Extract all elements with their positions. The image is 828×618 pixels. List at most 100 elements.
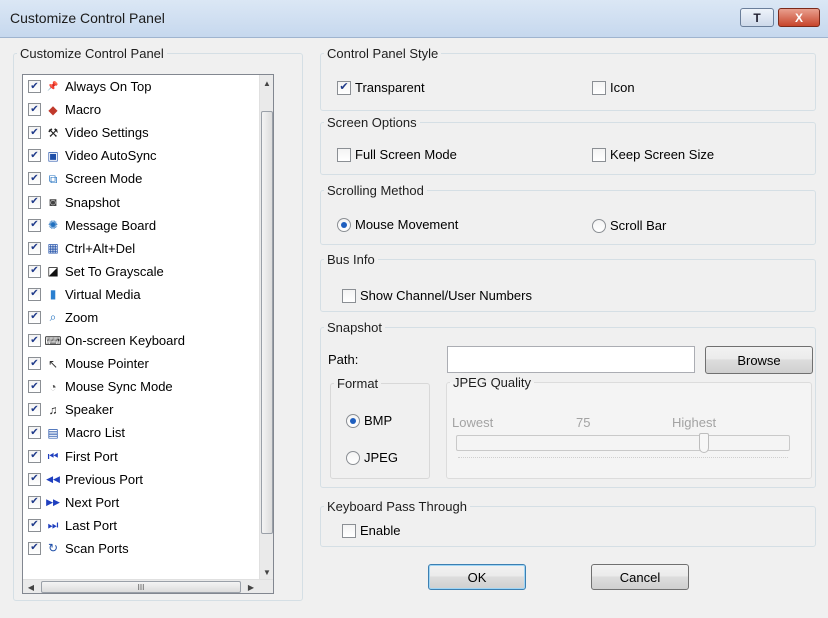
- full-screen-mode-check-box[interactable]: [337, 147, 351, 162]
- screen-options-group: Screen Options: [320, 115, 816, 175]
- window-title: Customize Control Panel: [10, 10, 165, 26]
- full-screen-mode-checkbox[interactable]: Full Screen Mode: [337, 147, 457, 162]
- list-item[interactable]: ✔ ⏭ Last Port: [23, 514, 261, 537]
- scroll-down-icon[interactable]: ▼: [260, 564, 274, 580]
- list-item-checkbox[interactable]: ✔: [28, 103, 41, 117]
- cancel-button[interactable]: Cancel: [591, 564, 689, 590]
- vertical-scroll-thumb[interactable]: [261, 111, 273, 534]
- scroll-up-icon[interactable]: ▲: [260, 75, 274, 91]
- list-item[interactable]: ✔ ◪ Set To Grayscale: [23, 260, 261, 283]
- list-item-checkbox[interactable]: ✔: [28, 310, 41, 324]
- mouse-movement-radio[interactable]: Mouse Movement: [337, 217, 458, 232]
- list-item-checkbox[interactable]: ✔: [28, 218, 41, 232]
- list-item-label: Zoom: [65, 309, 99, 325]
- list-item[interactable]: ✔ ✺ Message Board: [23, 214, 261, 237]
- list-item[interactable]: ✔ ▣ Video AutoSync: [23, 144, 261, 167]
- show-channel-user-numbers-check-box[interactable]: [342, 288, 356, 303]
- list-item-checkbox[interactable]: ✔: [28, 126, 41, 140]
- hammer-icon: ⚒: [47, 125, 59, 140]
- list-item-checkbox[interactable]: ✔: [28, 357, 41, 371]
- transparent-check-box[interactable]: ✔: [337, 80, 351, 95]
- first-port-icon: ⏮: [47, 449, 59, 464]
- icon-check-box[interactable]: [592, 80, 606, 95]
- close-button[interactable]: X: [778, 8, 820, 27]
- list-item-label: Message Board: [65, 217, 157, 233]
- list-item[interactable]: ✔ ◆ Macro: [23, 98, 261, 121]
- jpeg-quality-group: JPEG Quality: [446, 375, 812, 479]
- list-item-checkbox[interactable]: ✔: [28, 380, 41, 394]
- horizontal-scroll-thumb[interactable]: III: [41, 581, 241, 593]
- toolbar-items-list[interactable]: ✔ 📌 Always On Top ✔ ◆ Macro ✔ ⚒ Video Settings ✔ ▣…: [22, 74, 274, 594]
- bmp-radio[interactable]: BMP: [346, 413, 392, 428]
- mouse-icon: ◔: [49, 379, 57, 394]
- list-item-checkbox[interactable]: ✔: [28, 518, 41, 532]
- list-item[interactable]: ✔ ⌕ Zoom: [23, 306, 261, 329]
- list-item[interactable]: ✔ ▶▶ Next Port: [23, 491, 261, 514]
- path-input[interactable]: [447, 346, 695, 373]
- list-item-checkbox[interactable]: ✔: [28, 264, 41, 278]
- list-item[interactable]: ✔ ◀◀ Previous Port: [23, 468, 261, 491]
- keep-screen-size-check-box[interactable]: [592, 147, 606, 162]
- control-panel-style-legend: Control Panel Style: [327, 46, 439, 61]
- list-item-checkbox[interactable]: ✔: [28, 149, 41, 163]
- browse-button[interactable]: Browse: [705, 346, 813, 374]
- enable-check-box[interactable]: [342, 523, 356, 538]
- list-item-checkbox[interactable]: ✔: [28, 472, 41, 486]
- jpeg-radio[interactable]: JPEG: [346, 450, 398, 465]
- list-item-checkbox[interactable]: ✔: [28, 541, 41, 555]
- list-item-checkbox[interactable]: ✔: [28, 334, 41, 348]
- list-item-checkbox[interactable]: ✔: [28, 241, 41, 255]
- list-item[interactable]: ✔ 📌 Always On Top: [23, 75, 261, 98]
- help-button[interactable]: T: [740, 8, 774, 27]
- enable-checkbox[interactable]: Enable: [342, 523, 400, 538]
- list-item-label: Set To Grayscale: [65, 263, 164, 279]
- bmp-radio-button[interactable]: [346, 413, 360, 428]
- list-item-label: Previous Port: [65, 471, 144, 487]
- keep-screen-size-checkbox[interactable]: Keep Screen Size: [592, 147, 714, 162]
- jpeg-radio-button[interactable]: [346, 450, 360, 465]
- list-items-container: ✔ 📌 Always On Top ✔ ◆ Macro ✔ ⚒ Video Settings ✔ ▣…: [23, 75, 261, 575]
- list-item-label: Speaker: [65, 402, 114, 418]
- next-port-icon: ▶▶: [46, 496, 60, 507]
- scroll-right-icon[interactable]: ▶: [243, 580, 259, 594]
- list-item-checkbox[interactable]: ✔: [28, 195, 41, 209]
- scroll-bar-radio-button[interactable]: [592, 218, 606, 233]
- list-item[interactable]: ✔ ◔ Mouse Sync Mode: [23, 375, 261, 398]
- list-item[interactable]: ✔ ▮ Virtual Media: [23, 283, 261, 306]
- list-item-checkbox[interactable]: ✔: [28, 287, 41, 301]
- list-item[interactable]: ✔ ▦ Ctrl+Alt+Del: [23, 237, 261, 260]
- transparent-label: Transparent: [355, 80, 425, 95]
- transparent-checkbox[interactable]: ✔ Transparent: [337, 80, 425, 95]
- list-item-checkbox[interactable]: ✔: [28, 449, 41, 463]
- scroll-bar-radio[interactable]: Scroll Bar: [592, 218, 666, 233]
- list-item[interactable]: ✔ ▤ Macro List: [23, 421, 261, 444]
- list-item-checkbox[interactable]: ✔: [28, 403, 41, 417]
- list-item-label: Screen Mode: [65, 171, 143, 187]
- list-item[interactable]: ✔ ↻ Scan Ports: [23, 537, 261, 560]
- list-item-checkbox[interactable]: ✔: [28, 172, 41, 186]
- list-item[interactable]: ✔ ⏮ First Port: [23, 445, 261, 468]
- list-item[interactable]: ✔ ↖ Mouse Pointer: [23, 352, 261, 375]
- list-item[interactable]: ✔ ⧉ Screen Mode: [23, 167, 261, 190]
- speaker-icon: ♫: [48, 402, 58, 417]
- list-item-checkbox[interactable]: ✔: [28, 80, 41, 94]
- jpeg-quality-slider-thumb[interactable]: [699, 433, 709, 453]
- show-channel-user-numbers-checkbox[interactable]: Show Channel/User Numbers: [342, 288, 532, 303]
- screen-mode-icon: ⧉: [48, 171, 58, 186]
- vertical-scrollbar[interactable]: ▲ ▼: [259, 75, 273, 580]
- jpeg-quality-slider[interactable]: [456, 435, 790, 451]
- pin-icon: 📌: [47, 81, 59, 92]
- mouse-movement-radio-button[interactable]: [337, 217, 351, 232]
- enable-label: Enable: [360, 523, 401, 538]
- list-item[interactable]: ✔ ⌨ On-screen Keyboard: [23, 329, 261, 352]
- scrolling-method-group: Scrolling Method: [320, 183, 816, 245]
- icon-checkbox[interactable]: Icon: [592, 80, 635, 95]
- list-item[interactable]: ✔ ⚒ Video Settings: [23, 121, 261, 144]
- list-item[interactable]: ✔ ♫ Speaker: [23, 398, 261, 421]
- list-item[interactable]: ✔ ◙ Snapshot: [23, 190, 261, 213]
- horizontal-scrollbar[interactable]: ◀ III ▶: [23, 579, 273, 593]
- ok-button[interactable]: OK: [428, 564, 526, 590]
- scroll-left-icon[interactable]: ◀: [23, 580, 39, 594]
- list-item-checkbox[interactable]: ✔: [28, 426, 41, 440]
- list-item-checkbox[interactable]: ✔: [28, 495, 41, 509]
